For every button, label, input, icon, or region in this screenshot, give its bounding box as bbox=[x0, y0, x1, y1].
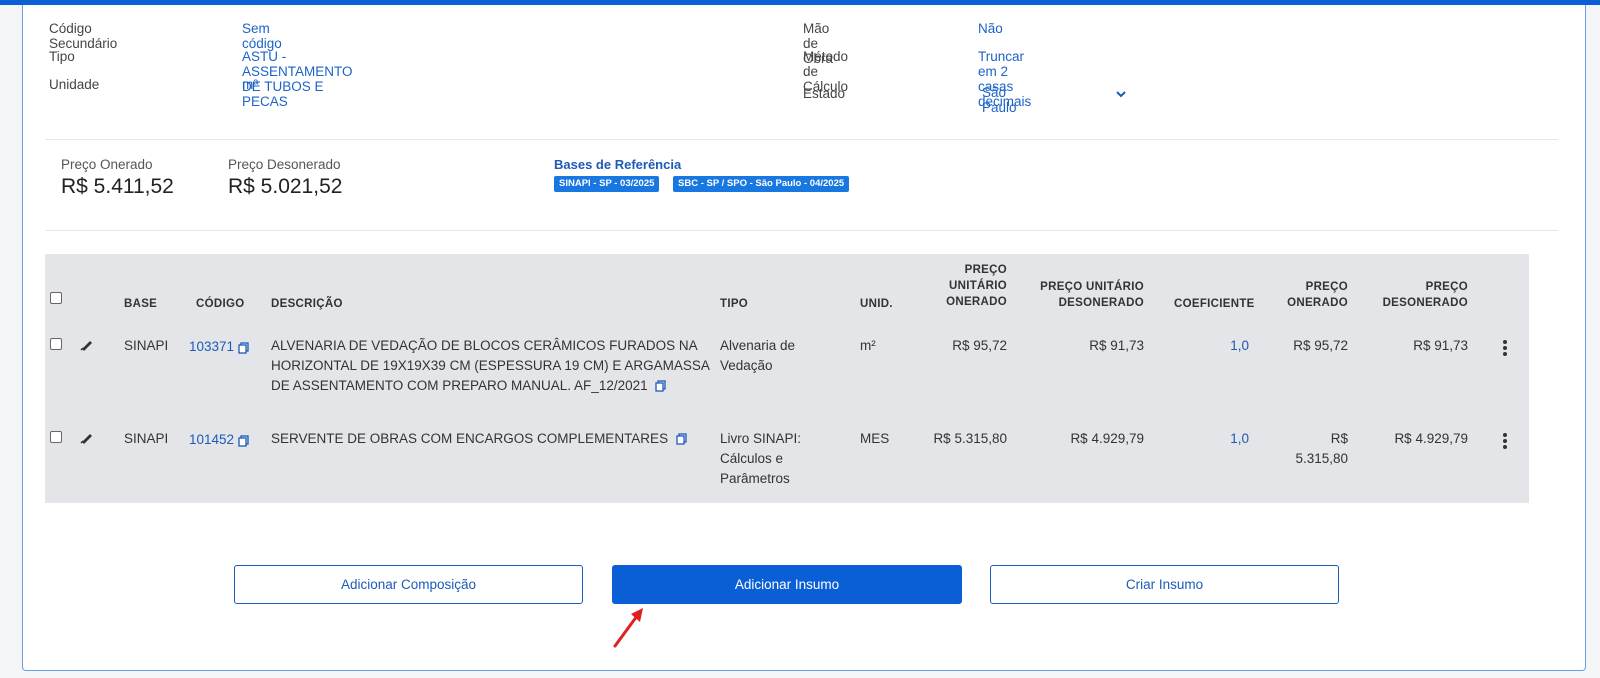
row-unid: m² bbox=[860, 338, 876, 353]
criar-insumo-button[interactable]: Criar Insumo bbox=[990, 565, 1339, 604]
row-checkbox[interactable] bbox=[50, 338, 62, 350]
preco-desonerado-label: Preço Desonerado bbox=[228, 157, 341, 172]
unidade-value: mª bbox=[242, 77, 259, 92]
estado-select[interactable]: São Paulo bbox=[982, 85, 1017, 115]
adicionar-composicao-button[interactable]: Adicionar Composição bbox=[234, 565, 583, 604]
more-vertical-icon[interactable] bbox=[1502, 339, 1508, 357]
column-header-preco-unitario-desonerado: PREÇO UNITÁRIO DESONERADO bbox=[1040, 281, 1144, 309]
mao-de-obra-value: Não bbox=[978, 21, 1003, 36]
column-header-unid: UNID. bbox=[860, 298, 893, 310]
tipo-value: ASTU - ASSENTAMENTO DE TUBOS E PECAS bbox=[242, 49, 353, 109]
chevron-down-icon[interactable] bbox=[1114, 87, 1128, 101]
copy-icon[interactable] bbox=[676, 433, 687, 446]
pencil-edit-icon[interactable] bbox=[80, 432, 94, 444]
row-preco-desonerado: R$ 91,73 bbox=[1413, 338, 1468, 353]
column-header-coeficiente: COEFICIENTE bbox=[1174, 298, 1255, 310]
tipo-label: Tipo bbox=[49, 49, 75, 64]
row-tipo: Alvenaria de Vedação bbox=[720, 338, 796, 373]
preco-onerado-label: Preço Onerado bbox=[61, 157, 153, 172]
copy-icon[interactable] bbox=[655, 380, 667, 393]
row-descricao: SERVENTE DE OBRAS COM ENCARGOS COMPLEMEN… bbox=[271, 429, 711, 449]
more-vertical-icon[interactable] bbox=[1502, 432, 1508, 450]
divider bbox=[45, 139, 1558, 140]
row-preco-onerado: R$ 95,72 bbox=[1293, 338, 1348, 353]
codigo-secundario-value: Sem código bbox=[242, 21, 282, 51]
row-base: SINAPI bbox=[124, 338, 169, 353]
select-all-checkbox[interactable] bbox=[50, 292, 62, 304]
row-coeficiente-link[interactable]: 1,0 bbox=[1190, 429, 1249, 449]
row-base: SINAPI bbox=[124, 431, 169, 446]
pencil-edit-icon[interactable] bbox=[80, 339, 94, 351]
unidade-label: Unidade bbox=[49, 77, 100, 92]
row-preco-unitario-onerado: R$ 5.315,80 bbox=[933, 431, 1007, 446]
row-unid: MES bbox=[860, 431, 890, 446]
column-header-preco-desonerado: PREÇO DESONERADO bbox=[1382, 281, 1468, 309]
row-preco-unitario-desonerado: R$ 91,73 bbox=[1089, 338, 1144, 353]
copy-icon[interactable] bbox=[238, 342, 249, 354]
column-header-preco-unitario-onerado: PREÇO UNITÁRIO ONERADO bbox=[946, 264, 1007, 308]
column-header-base: BASE bbox=[124, 298, 158, 310]
row-codigo-link[interactable]: 103371 bbox=[189, 337, 234, 357]
row-checkbox[interactable] bbox=[50, 431, 62, 443]
row-preco-onerado: R$ 5.315,80 bbox=[1295, 431, 1348, 466]
base-badge: SBC - SP / SPO - São Paulo - 04/2025 bbox=[673, 176, 850, 192]
row-descricao: ALVENARIA DE VEDAÇÃO DE BLOCOS CERÂMICOS… bbox=[271, 338, 710, 393]
annotation-arrow-icon bbox=[613, 608, 643, 648]
base-badge: SINAPI - SP - 03/2025 bbox=[554, 176, 660, 192]
column-header-tipo: TIPO bbox=[720, 298, 749, 310]
preco-desonerado-value: R$ 5.021,52 bbox=[228, 175, 343, 198]
adicionar-insumo-button[interactable]: Adicionar Insumo bbox=[612, 565, 962, 604]
row-tipo: Livro SINAPI: Cálculos e Parâmetros bbox=[720, 431, 802, 486]
divider bbox=[45, 230, 1558, 231]
row-codigo-link[interactable]: 101452 bbox=[189, 430, 234, 450]
codigo-secundario-label: Código Secundário bbox=[49, 21, 118, 51]
column-header-descricao: DESCRIÇÃO bbox=[271, 298, 343, 310]
row-preco-desonerado: R$ 4.929,79 bbox=[1394, 431, 1468, 446]
column-header-codigo: CÓDIGO bbox=[196, 298, 245, 310]
row-preco-unitario-desonerado: R$ 4.929,79 bbox=[1070, 431, 1144, 446]
row-coeficiente-link[interactable]: 1,0 bbox=[1190, 336, 1249, 356]
estado-label: Estado bbox=[803, 86, 846, 101]
column-header-preco-onerado: PREÇO ONERADO bbox=[1287, 281, 1348, 309]
copy-icon[interactable] bbox=[238, 435, 249, 447]
bases-referencia-title: Bases de Referência bbox=[554, 157, 682, 172]
row-preco-unitario-onerado: R$ 95,72 bbox=[952, 338, 1007, 353]
preco-onerado-value: R$ 5.411,52 bbox=[61, 175, 174, 198]
